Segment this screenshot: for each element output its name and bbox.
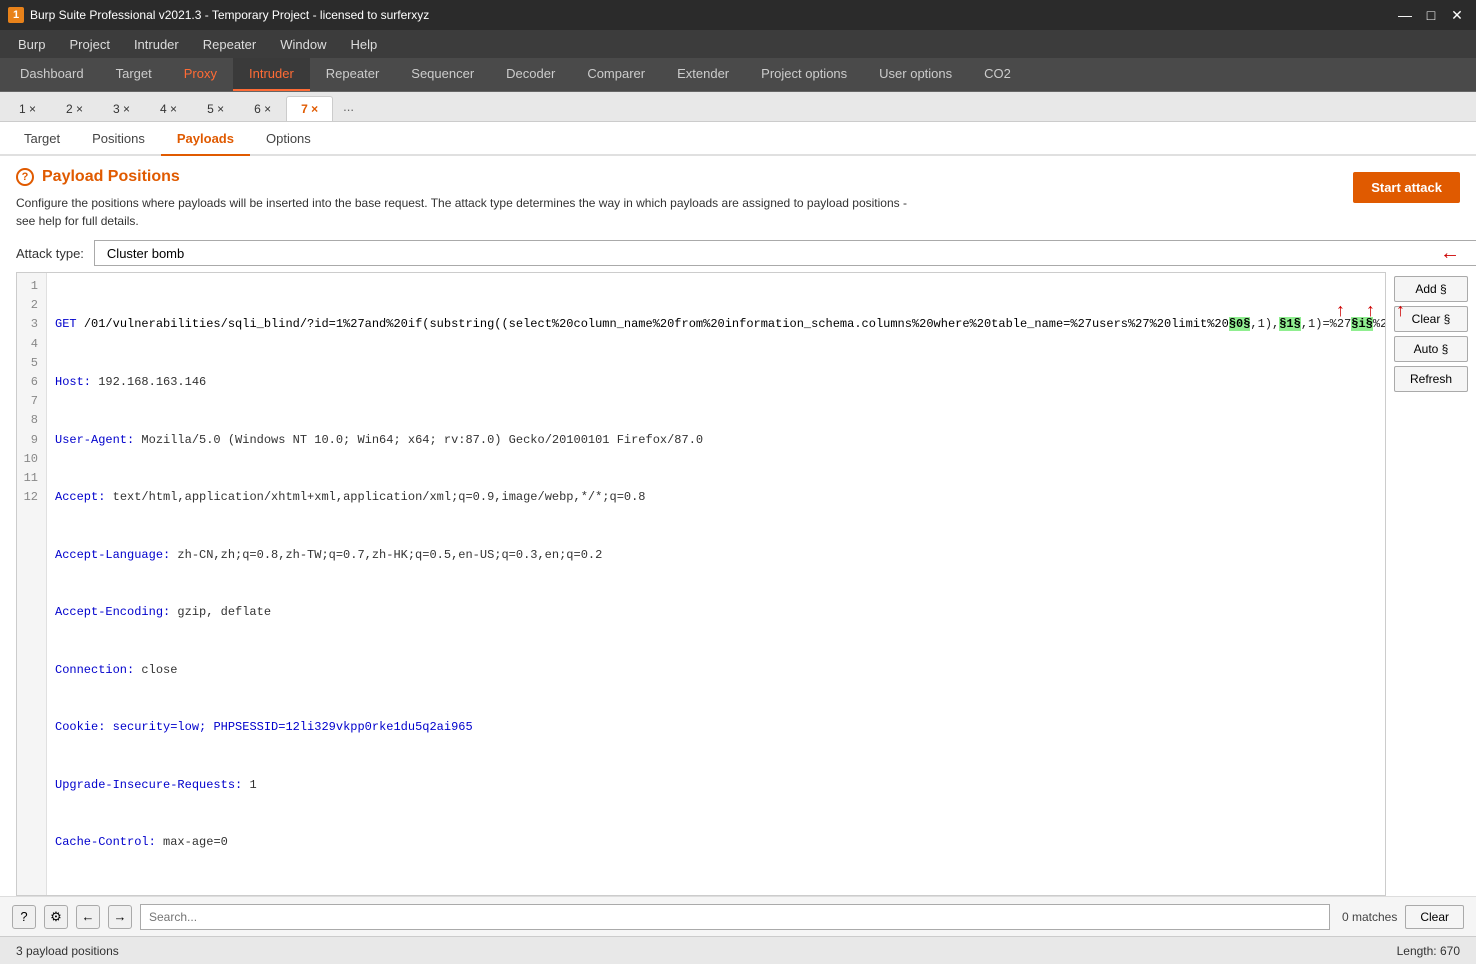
bottom-bar: ? ⚙ ← → 0 matches Clear (0, 896, 1476, 936)
intruder-tab-7[interactable]: 7 × (286, 96, 333, 121)
nav-tabs: Dashboard Target Proxy Intruder Repeater… (0, 58, 1476, 92)
menu-item-burp[interactable]: Burp (8, 34, 55, 55)
intruder-tab-3[interactable]: 3 × (98, 96, 145, 121)
tab-extender[interactable]: Extender (661, 58, 745, 91)
line-numbers: 1 2 3 4 5 6 7 8 9 10 11 12 (17, 273, 47, 896)
menu-item-help[interactable]: Help (340, 34, 387, 55)
footer-status: 3 payload positions Length: 670 (0, 936, 1476, 964)
main-content: ? Payload Positions Configure the positi… (0, 156, 1476, 936)
length-label: Length: 670 (1397, 944, 1460, 958)
code-line-10: Cache-Control: max-age=0 (55, 833, 1386, 852)
code-line-6: Accept-Encoding: gzip, deflate (55, 603, 1386, 622)
tab-dashboard[interactable]: Dashboard (4, 58, 100, 91)
tab-co2[interactable]: CO2 (968, 58, 1027, 91)
intruder-tab-6[interactable]: 6 × (239, 96, 286, 121)
help-icon[interactable]: ? (16, 168, 34, 186)
title-bar-left: 1 Burp Suite Professional v2021.3 - Temp… (8, 7, 429, 23)
forward-bottom-button[interactable]: → (108, 905, 132, 929)
search-input[interactable] (140, 904, 1330, 930)
intruder-tab-2[interactable]: 2 × (51, 96, 98, 121)
payload-title-area: ? Payload Positions Configure the positi… (16, 168, 1353, 230)
title-bar-text: Burp Suite Professional v2021.3 - Tempor… (30, 8, 429, 22)
request-editor[interactable]: 1 2 3 4 5 6 7 8 9 10 11 12 GET /01/vulne… (16, 272, 1386, 896)
tab-target[interactable]: Target (100, 58, 168, 91)
section-tabs: Target Positions Payloads Options (0, 122, 1476, 156)
code-line-11 (55, 891, 1386, 896)
tab-proxy[interactable]: Proxy (168, 58, 233, 91)
attack-type-select[interactable]: Sniper Battering ram Pitchfork Cluster b… (94, 240, 1476, 266)
section-tab-positions[interactable]: Positions (76, 122, 161, 156)
tab-intruder[interactable]: Intruder (233, 58, 310, 91)
menu-bar: Burp Project Intruder Repeater Window He… (0, 30, 1476, 58)
code-line-2: Host: 192.168.163.146 (55, 373, 1386, 392)
back-bottom-button[interactable]: ← (76, 905, 100, 929)
payload-title: ? Payload Positions (16, 168, 1353, 186)
tab-decoder[interactable]: Decoder (490, 58, 571, 91)
start-attack-button[interactable]: Start attack (1353, 172, 1460, 203)
section-tab-target[interactable]: Target (8, 122, 76, 156)
menu-item-repeater[interactable]: Repeater (193, 34, 266, 55)
code-line-9: Upgrade-Insecure-Requests: 1 (55, 776, 1386, 795)
auto-section-button[interactable]: Auto § (1394, 336, 1468, 362)
intruder-tab-more[interactable]: ... (333, 92, 364, 121)
tab-sequencer[interactable]: Sequencer (395, 58, 490, 91)
add-section-button[interactable]: Add § (1394, 276, 1468, 302)
code-line-1: GET /01/vulnerabilities/sqli_blind/?id=1… (55, 315, 1386, 334)
editor-content: 1 2 3 4 5 6 7 8 9 10 11 12 GET /01/vulne… (17, 273, 1385, 896)
tab-comparer[interactable]: Comparer (571, 58, 661, 91)
refresh-button[interactable]: Refresh (1394, 366, 1468, 392)
attack-type-row: Attack type: Sniper Battering ram Pitchf… (0, 230, 1476, 272)
code-line-7: Connection: close (55, 661, 1386, 680)
title-bar-controls[interactable]: — □ ✕ (1394, 4, 1468, 26)
close-button[interactable]: ✕ (1446, 4, 1468, 26)
payload-description: Configure the positions where payloads w… (16, 194, 916, 230)
clear-search-button[interactable]: Clear (1405, 905, 1464, 929)
payload-header: ? Payload Positions Configure the positi… (0, 156, 1476, 230)
intruder-tab-4[interactable]: 4 × (145, 96, 192, 121)
clear-section-button[interactable]: Clear § (1394, 306, 1468, 332)
menu-item-intruder[interactable]: Intruder (124, 34, 189, 55)
tab-repeater[interactable]: Repeater (310, 58, 395, 91)
burp-icon: 1 (8, 7, 24, 23)
positions-count: 3 payload positions (16, 944, 119, 958)
tab-user-options[interactable]: User options (863, 58, 968, 91)
section-tab-payloads[interactable]: Payloads (161, 122, 250, 156)
menu-item-project[interactable]: Project (59, 34, 119, 55)
code-lines: GET /01/vulnerabilities/sqli_blind/?id=1… (47, 273, 1386, 896)
sidebar-buttons: Add § Clear § Auto § Refresh ↑ ↑ ↑ (1386, 272, 1476, 896)
code-line-5: Accept-Language: zh-CN,zh;q=0.8,zh-TW;q=… (55, 546, 1386, 565)
code-line-4: Accept: text/html,application/xhtml+xml,… (55, 488, 1386, 507)
gear-bottom-icon[interactable]: ⚙ (44, 905, 68, 929)
intruder-tab-1[interactable]: 1 × (4, 96, 51, 121)
tab-project-options[interactable]: Project options (745, 58, 863, 91)
maximize-button[interactable]: □ (1420, 4, 1442, 26)
code-line-3: User-Agent: Mozilla/5.0 (Windows NT 10.0… (55, 431, 1386, 450)
code-line-8: Cookie: security=low; PHPSESSID=12li329v… (55, 718, 1386, 737)
attack-type-label: Attack type: (16, 246, 84, 261)
intruder-tab-5[interactable]: 5 × (192, 96, 239, 121)
section-tab-options[interactable]: Options (250, 122, 327, 156)
matches-count: 0 matches (1342, 910, 1397, 924)
minimize-button[interactable]: — (1394, 4, 1416, 26)
intruder-tabs: 1 × 2 × 3 × 4 × 5 × 6 × 7 × ... (0, 92, 1476, 122)
title-bar: 1 Burp Suite Professional v2021.3 - Temp… (0, 0, 1476, 30)
request-area: 1 2 3 4 5 6 7 8 9 10 11 12 GET /01/vulne… (0, 272, 1476, 896)
menu-item-window[interactable]: Window (270, 34, 336, 55)
payload-title-text: Payload Positions (42, 168, 180, 186)
help-bottom-icon[interactable]: ? (12, 905, 36, 929)
